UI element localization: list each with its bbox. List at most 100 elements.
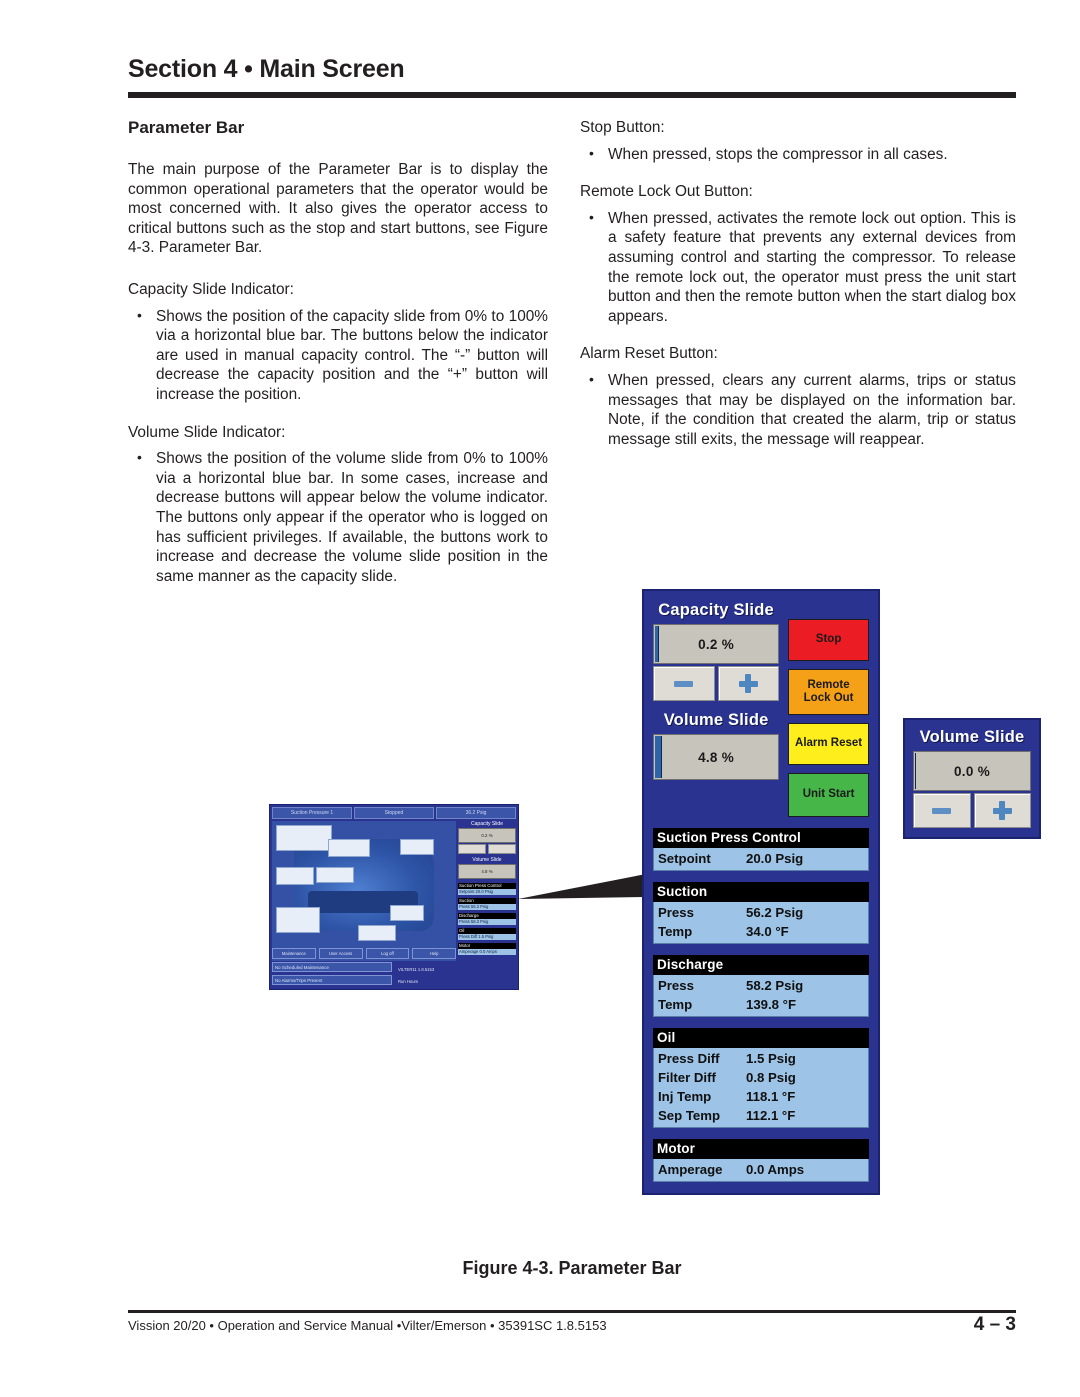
row-value: 118.1 °F [746, 1089, 796, 1104]
block-body: Amperage 0.0 Amps [653, 1159, 869, 1182]
minus-icon [932, 807, 952, 814]
footer-text: Vission 20/20 • Operation and Service Ma… [128, 1318, 607, 1333]
block-body: Setpoint 20.0 Psig [653, 848, 869, 871]
volume-panel-buttons [913, 793, 1031, 828]
row-value: 0.0 Amps [746, 1162, 805, 1177]
row-value: 0.8 Psig [746, 1070, 796, 1085]
capacity-slide-bullets: Shows the position of the capacity slide… [128, 306, 548, 405]
thumbnail-topbar: Suction Pressure 1 Stopped 36.2 Psig [272, 807, 516, 819]
list-item: When pressed, activates the remote lock … [580, 208, 1016, 327]
figure-caption: Figure 4-3. Parameter Bar [462, 1258, 682, 1278]
unit-start-button[interactable]: Unit Start [788, 773, 869, 817]
page-number: 4 – 3 [973, 1314, 1016, 1335]
callout-arrow-icon [518, 874, 646, 899]
volume-slide-label: Volume Slide [663, 711, 769, 729]
row-value: 34.0 °F [746, 924, 789, 939]
row-key: Temp [658, 997, 693, 1012]
volume-slide-value: 4.8 % [698, 749, 735, 765]
header-divider [128, 92, 1016, 98]
stop-button[interactable]: Stop [788, 619, 869, 661]
thumbnail-tag [358, 925, 396, 941]
volume-slide-lead: Volume Slide Indicator: [128, 423, 286, 441]
volume-slide-indicator: 4.8 % [653, 734, 780, 780]
thumbnail-data-block: Motor Amperage 0.0 Amps [458, 943, 516, 955]
table-row: Press 58.2 Psig [654, 976, 868, 995]
capacity-slide-value: 0.2 % [698, 636, 735, 652]
parameter-bar-figure: Capacity Slide 0.2 % Volume Slide 4.8 % … [642, 589, 880, 1195]
thumbnail-topbar-cell: Stopped [354, 807, 434, 819]
thumbnail-logoff-button[interactable]: Log off [365, 948, 410, 959]
capacity-increase-button[interactable] [717, 666, 780, 701]
remote-lock-out-button[interactable]: Remote Lock Out [788, 669, 869, 715]
table-row: Press Diff 1.5 Psig [654, 1049, 868, 1068]
thumbnail-user-info: VILTER11 1.8.5153 [398, 967, 435, 972]
alarm-reset-button[interactable]: Alarm Reset [788, 723, 869, 765]
thumbnail-tag [276, 907, 320, 933]
stop-button-bullets: When pressed, stops the compressor in al… [580, 144, 1016, 165]
row-key: Filter Diff [658, 1070, 716, 1085]
row-key: Sep Temp [658, 1108, 721, 1123]
row-value: 20.0 Psig [746, 851, 804, 866]
thumbnail-tag [390, 905, 424, 921]
thumbnail-alarm-status: No Alarms/Trips Present [272, 975, 392, 985]
thumbnail-tag [400, 839, 434, 855]
volume-slide-group: Volume Slide 4.8 % [653, 711, 780, 780]
thumbnail-minus-button[interactable] [458, 844, 486, 854]
section-title: Section 4 • Main Screen [128, 55, 405, 83]
remote-lockout-bullets: When pressed, activates the remote lock … [580, 208, 1016, 327]
table-row: Setpoint 20.0 Psig [654, 849, 868, 868]
suction-block: Suction Press 56.2 Psig Temp 34.0 °F [653, 882, 869, 944]
thumbnail-data-row: Press Diff 1.5 Psig [458, 934, 516, 940]
row-value: 139.8 °F [746, 997, 796, 1012]
volume-decrease-button[interactable] [913, 793, 971, 828]
thumbnail-data-block: Suction Press Control Setpoint 20.0 Psig [458, 883, 516, 895]
thumbnail-data-blocks: Suction Press Control Setpoint 20.0 Psig… [458, 883, 516, 955]
volume-increase-button[interactable] [973, 793, 1031, 828]
row-key: Setpoint [658, 851, 711, 866]
thumbnail-volume-value: 4.8 % [458, 864, 516, 879]
thumbnail-compressor-graphic [272, 821, 456, 961]
thumbnail-data-block: Discharge Press 58.2 Psig [458, 913, 516, 925]
capacity-slide-buttons [653, 666, 780, 701]
row-value: 58.2 Psig [746, 978, 804, 993]
capacity-slide-label: Capacity Slide [658, 601, 774, 619]
footer-divider [128, 1310, 1016, 1313]
thumbnail-tag [316, 867, 354, 883]
thumbnail-capacity-value: 0.2 % [458, 828, 516, 843]
table-row: Filter Diff 0.8 Psig [654, 1068, 868, 1087]
row-value: 112.1 °F [746, 1108, 796, 1123]
capacity-slide-group: Capacity Slide 0.2 % [653, 601, 780, 701]
page-header: Section 4 • Main Screen [128, 55, 1016, 98]
capacity-slide-bar [655, 626, 659, 662]
volume-slide-bar [655, 736, 662, 778]
thumbnail-data-block: Oil Press Diff 1.5 Psig [458, 928, 516, 940]
capacity-decrease-button[interactable] [653, 666, 715, 701]
list-item: When pressed, clears any current alarms,… [580, 370, 1016, 449]
alarm-reset-lead: Alarm Reset Button: [580, 345, 718, 363]
thumbnail-tag [276, 867, 314, 885]
thumbnail-topbar-cell: Suction Pressure 1 [272, 807, 352, 819]
volume-panel-indicator: 0.0 % [913, 751, 1031, 791]
thumbnail-tag [276, 825, 332, 851]
thumbnail-plus-button[interactable] [488, 844, 516, 854]
row-key: Press [658, 978, 694, 993]
block-body: Press 56.2 Psig Temp 34.0 °F [653, 902, 869, 944]
page-title: Parameter Bar [128, 118, 245, 137]
plus-icon [738, 674, 758, 693]
main-screen-thumbnail: Suction Pressure 1 Stopped 36.2 Psig Cap… [269, 804, 519, 990]
row-key: Inj Temp [658, 1089, 712, 1104]
thumbnail-topbar-cell: 36.2 Psig [436, 807, 516, 819]
row-value: 56.2 Psig [746, 905, 804, 920]
thumbnail-user-access-button[interactable]: User Access [318, 948, 363, 959]
table-row: Inj Temp 118.1 °F [654, 1087, 868, 1106]
thumbnail-parameter-bar: Capacity Slide 0.2 % Volume Slide 4.8 % … [458, 821, 516, 958]
discharge-block: Discharge Press 58.2 Psig Temp 139.8 °F [653, 955, 869, 1017]
thumbnail-maintenance-button[interactable]: Maintenance [272, 948, 316, 959]
list-item: When pressed, stops the compressor in al… [580, 144, 1016, 165]
thumbnail-help-button[interactable]: Help [412, 948, 456, 959]
oil-block: Oil Press Diff 1.5 Psig Filter Diff 0.8 … [653, 1028, 869, 1128]
remote-lockout-line1: Remote [807, 678, 850, 691]
remote-lockout-lead: Remote Lock Out Button: [580, 183, 753, 201]
plus-icon [992, 801, 1012, 820]
thumbnail-tag [328, 839, 370, 857]
